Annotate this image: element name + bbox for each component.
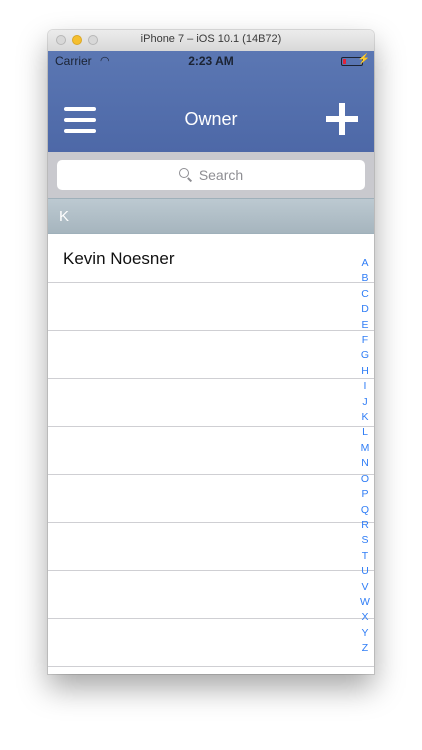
row-label: Kevin Noesner [63,249,175,268]
index-letter[interactable]: V [361,580,368,595]
search-bar: Search [48,152,374,198]
table-row[interactable]: Kevin Noesner [48,235,374,283]
index-letter[interactable]: A [361,256,368,271]
index-letter[interactable]: N [361,456,369,471]
index-letter[interactable]: Y [361,626,368,641]
index-letter[interactable]: G [361,348,369,363]
index-letter[interactable]: H [361,364,369,379]
index-letter[interactable]: P [361,487,368,502]
section-index[interactable]: A B C D E F G H I J K L M N O P Q R S T … [359,256,371,657]
plus-icon [339,103,345,135]
table-row[interactable] [48,523,374,571]
battery-level [343,59,346,64]
table-row[interactable] [48,379,374,427]
owner-table: Kevin Noesner [48,235,374,667]
index-letter[interactable]: W [360,595,370,610]
table-row[interactable] [48,283,374,331]
search-placeholder: Search [198,167,244,183]
index-letter[interactable]: B [361,271,368,286]
index-letter[interactable]: K [361,410,368,425]
navigation-bar: Carrier ◠ 2:23 AM ⚡ Owner [48,51,374,152]
search-input[interactable]: Search [57,160,365,190]
index-letter[interactable]: X [361,610,368,625]
table-row[interactable] [48,331,374,379]
index-letter[interactable]: M [361,441,370,456]
index-letter[interactable]: T [362,549,368,564]
index-letter[interactable]: D [361,302,369,317]
table-row[interactable] [48,619,374,667]
index-letter[interactable]: S [361,533,368,548]
table-row[interactable] [48,427,374,475]
section-header: K [48,198,374,234]
index-letter[interactable]: F [362,333,368,348]
table-row[interactable] [48,475,374,523]
index-letter[interactable]: R [361,518,369,533]
charging-icon: ⚡ [357,54,370,65]
window-titlebar: iPhone 7 – iOS 10.1 (14B72) [48,30,374,52]
window-title: iPhone 7 – iOS 10.1 (14B72) [140,33,282,45]
index-letter[interactable]: J [362,395,367,410]
simulator-window: iPhone 7 – iOS 10.1 (14B72) Carrier ◠ 2:… [48,30,374,674]
search-icon [178,168,193,182]
index-letter[interactable]: C [361,287,369,302]
index-letter[interactable]: Z [362,641,368,656]
index-letter[interactable]: O [361,472,369,487]
add-owner-button[interactable] [326,103,358,135]
index-letter[interactable]: Q [361,503,369,518]
section-letter: K [59,208,70,225]
table-row[interactable] [48,571,374,619]
index-letter[interactable]: U [361,564,369,579]
index-letter[interactable]: E [361,318,368,333]
index-letter[interactable]: L [362,425,368,440]
index-letter[interactable]: I [364,379,367,394]
status-time: 2:23 AM [188,54,234,68]
